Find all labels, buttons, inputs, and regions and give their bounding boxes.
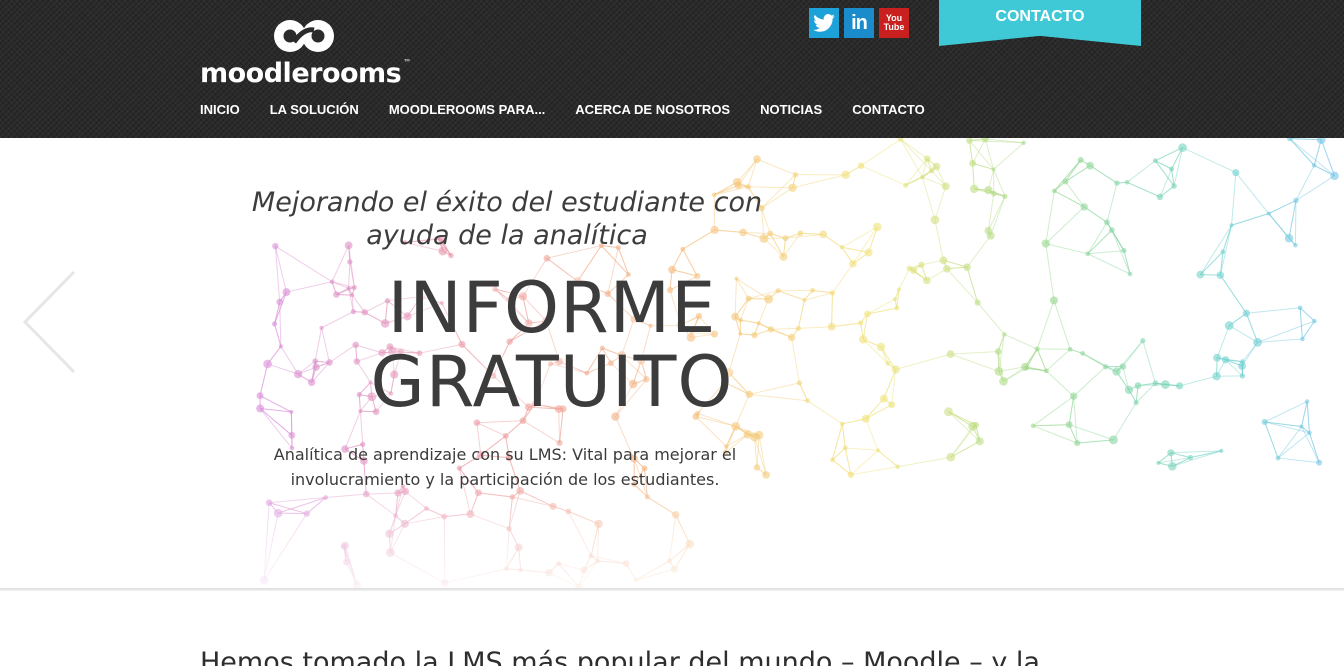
- main-nav: INICIO LA SOLUCIÓN MOODLEROOMS PARA... A…: [200, 102, 955, 117]
- intro-heading: Hemos tomado la LMS más popular del mund…: [200, 647, 1040, 666]
- hero-tagline: Mejorando el éxito del estudiante con ay…: [251, 187, 763, 251]
- moodlerooms-logo[interactable]: moodlerooms ™: [200, 18, 420, 89]
- hero-headline-line2: GRATUITO: [370, 341, 734, 423]
- hero-banner: Mejorando el éxito del estudiante con ay…: [0, 138, 1344, 588]
- youtube-icon: You Tube: [883, 13, 905, 32]
- chevron-left-icon[interactable]: [22, 270, 78, 374]
- contact-button[interactable]: CONTACTO: [939, 0, 1141, 46]
- nav-item-la-solucion[interactable]: LA SOLUCIÓN: [270, 102, 359, 117]
- youtube-button[interactable]: You Tube: [879, 8, 909, 38]
- nav-item-inicio[interactable]: INICIO: [200, 102, 240, 117]
- nav-item-contacto[interactable]: CONTACTO: [852, 102, 924, 117]
- hero-headline: INFORME GRATUITO: [352, 271, 752, 419]
- nav-item-acerca-de-nosotros[interactable]: ACERCA DE NOSOTROS: [575, 102, 730, 117]
- section-divider: [0, 588, 1344, 591]
- social-links: in You Tube: [809, 8, 909, 38]
- twitter-icon: [813, 14, 835, 32]
- logo-wordmark: moodlerooms ™: [200, 58, 411, 89]
- linkedin-icon: in: [851, 11, 868, 34]
- nav-item-noticias[interactable]: NOTICIAS: [760, 102, 822, 117]
- hero-headline-line1: INFORME: [387, 267, 717, 349]
- nav-item-moodlerooms-para[interactable]: MOODLEROOMS PARA...: [389, 102, 545, 117]
- linkedin-button[interactable]: in: [844, 8, 874, 38]
- infinity-logo-icon: [274, 20, 334, 52]
- hero-subcopy: Analítica de aprendizaje con su LMS: Vit…: [273, 445, 737, 489]
- twitter-button[interactable]: [809, 8, 839, 38]
- site-header: moodlerooms ™ INICIO LA SOLUCIÓN MOODLERO…: [0, 0, 1344, 138]
